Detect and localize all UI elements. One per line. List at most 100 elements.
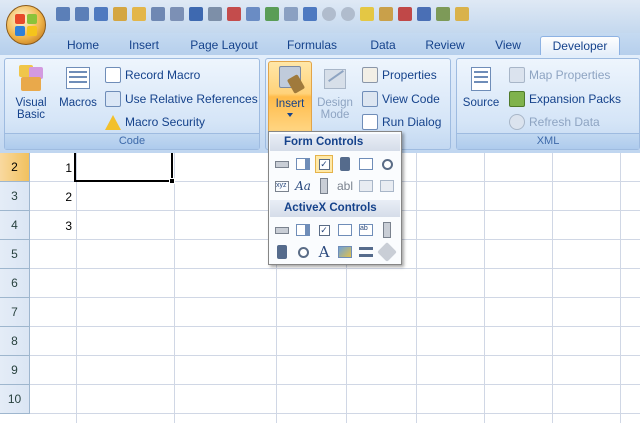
filter-icon[interactable] xyxy=(151,7,165,21)
sum-icon[interactable] xyxy=(284,7,298,21)
row-header[interactable]: 7 xyxy=(0,298,30,327)
combo-box-activex-icon[interactable] xyxy=(294,221,312,239)
tab-developer[interactable]: Developer xyxy=(540,36,620,55)
map-properties-button[interactable]: Map Properties xyxy=(509,65,610,85)
macros-button[interactable]: Macros xyxy=(57,63,99,109)
tab-data[interactable]: Data xyxy=(366,36,400,55)
combo-drop-down-edit-form-control-icon[interactable] xyxy=(378,177,396,195)
circle-icon[interactable] xyxy=(322,7,336,21)
option-button-activex-icon[interactable] xyxy=(294,243,312,261)
row-header[interactable]: 4 xyxy=(0,211,30,240)
check-box-activex-icon[interactable]: ✓ xyxy=(315,221,333,239)
check-box-form-control-icon[interactable]: ✓ xyxy=(315,155,333,173)
combo-list-edit-form-control-icon[interactable] xyxy=(357,177,375,195)
clipboard-icon[interactable] xyxy=(379,7,393,21)
indent-icon[interactable] xyxy=(170,7,184,21)
design-mode-label: Design Mode xyxy=(317,97,353,121)
insert-controls-button[interactable]: Insert xyxy=(268,61,312,133)
arrow-icon[interactable] xyxy=(94,7,108,21)
properties-button[interactable]: Properties xyxy=(362,65,437,85)
refresh-data-button[interactable]: Refresh Data xyxy=(509,112,600,132)
label-form-control-icon[interactable]: Aa xyxy=(294,177,312,195)
undo-icon[interactable] xyxy=(56,7,70,21)
list-box-activex-icon[interactable] xyxy=(336,221,354,239)
expansion-packs-icon xyxy=(509,91,525,107)
record-macro-button[interactable]: Record Macro xyxy=(105,65,200,85)
use-relative-references-button[interactable]: Use Relative References xyxy=(105,89,258,109)
row-header[interactable]: 3 xyxy=(0,182,30,211)
map-properties-icon xyxy=(509,67,525,83)
chart-icon[interactable] xyxy=(227,7,241,21)
row-line xyxy=(30,326,640,327)
open-icon[interactable] xyxy=(132,7,146,21)
activex-controls-header: ActiveX Controls xyxy=(270,200,400,217)
code-group-label: Code xyxy=(5,133,259,149)
expansion-packs-button[interactable]: Expansion Packs xyxy=(509,89,621,109)
scroll-bar-activex-icon[interactable] xyxy=(378,221,396,239)
expansion-packs-label: Expansion Packs xyxy=(529,92,622,106)
source-button[interactable]: Source xyxy=(461,63,501,109)
redo-icon[interactable] xyxy=(75,7,89,21)
highlight-icon[interactable] xyxy=(360,7,374,21)
row-header[interactable]: 8 xyxy=(0,327,30,356)
office-button[interactable] xyxy=(6,5,46,45)
cell-a2[interactable]: 1 xyxy=(32,161,72,175)
visual-basic-button[interactable]: Visual Basic xyxy=(11,63,51,121)
macro-security-button[interactable]: Macro Security xyxy=(105,112,205,132)
run-dialog-icon xyxy=(362,114,378,130)
tab-formulas[interactable]: Formulas xyxy=(283,36,341,55)
spin-button-activex-icon[interactable] xyxy=(273,243,291,261)
toggle-button-activex-icon[interactable] xyxy=(357,243,375,261)
properties-label: Properties xyxy=(382,68,437,82)
tab-page-layout[interactable]: Page Layout xyxy=(186,36,262,55)
map-properties-label: Map Properties xyxy=(529,68,611,82)
save-icon[interactable] xyxy=(189,7,203,21)
cell-a4[interactable]: 3 xyxy=(32,219,72,233)
scroll-bar-form-control-icon[interactable] xyxy=(315,177,333,195)
tab-view[interactable]: View xyxy=(490,36,526,55)
label-activex-icon[interactable]: A xyxy=(315,243,333,261)
image-icon[interactable] xyxy=(265,7,279,21)
cell-a3[interactable]: 2 xyxy=(32,190,72,204)
fill-handle[interactable] xyxy=(169,178,175,184)
group-box-form-control-icon[interactable]: xyz xyxy=(273,177,291,195)
text-field-form-control-icon[interactable]: abl xyxy=(336,177,354,195)
combo-box-form-control-icon[interactable] xyxy=(294,155,312,173)
source-icon xyxy=(467,63,495,93)
settings-icon[interactable] xyxy=(455,7,469,21)
more-controls-activex-icon[interactable] xyxy=(377,242,397,262)
row-header[interactable]: 10 xyxy=(0,385,30,414)
spell-icon[interactable] xyxy=(436,7,450,21)
button-form-control-icon[interactable] xyxy=(273,155,291,173)
row-header[interactable]: 2 xyxy=(0,153,30,182)
table-icon[interactable] xyxy=(246,7,260,21)
tab-home[interactable]: Home xyxy=(62,36,104,55)
office-logo-icon xyxy=(15,14,37,36)
run-dialog-button[interactable]: Run Dialog xyxy=(362,112,441,132)
list-box-form-control-icon[interactable] xyxy=(357,155,375,173)
text-box-activex-icon[interactable]: ab xyxy=(357,221,375,239)
row-header[interactable]: 6 xyxy=(0,269,30,298)
row-header[interactable]: 9 xyxy=(0,356,30,385)
image-activex-icon[interactable] xyxy=(336,243,354,261)
row-header[interactable]: 5 xyxy=(0,240,30,269)
active-cell-b2[interactable] xyxy=(74,153,173,182)
command-button-activex-icon[interactable] xyxy=(273,221,291,239)
visual-basic-label: Visual Basic xyxy=(15,97,47,121)
circle-icon-2[interactable] xyxy=(341,7,355,21)
print-icon[interactable] xyxy=(208,7,222,21)
tab-insert[interactable]: Insert xyxy=(123,36,165,55)
paste-icon[interactable] xyxy=(113,7,127,21)
sort-asc-icon[interactable] xyxy=(398,7,412,21)
column-line xyxy=(76,153,77,423)
spin-button-form-control-icon[interactable] xyxy=(336,155,354,173)
option-button-form-control-icon[interactable] xyxy=(378,155,396,173)
refresh-icon xyxy=(509,114,525,130)
design-mode-button[interactable]: Design Mode xyxy=(314,63,356,121)
sort-desc-icon[interactable] xyxy=(417,7,431,21)
format-icon[interactable] xyxy=(303,7,317,21)
tab-review[interactable]: Review xyxy=(420,36,470,55)
column-line xyxy=(174,153,175,423)
view-code-button[interactable]: View Code xyxy=(362,89,440,109)
column-line xyxy=(416,153,417,423)
